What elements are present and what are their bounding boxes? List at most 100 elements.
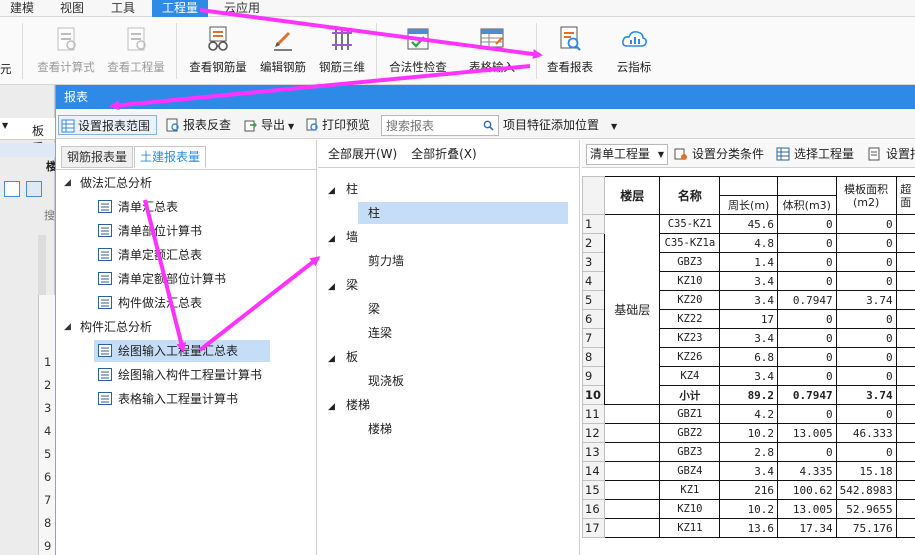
tree-group-method-summary[interactable]: ◢ 做法汇总分析 xyxy=(64,172,152,194)
category-gear-icon xyxy=(674,148,687,160)
collapse-arrow-icon[interactable]: ◢ xyxy=(64,172,71,194)
filter-item-shear-wall[interactable]: 剪力墙 xyxy=(358,250,404,272)
tree-item-bill-summary[interactable]: 清单汇总表 xyxy=(98,196,178,218)
quantity-type-select[interactable]: 清单工程量 ▼ xyxy=(586,144,668,165)
view-formula-button[interactable]: 查看计算式 xyxy=(26,23,106,81)
menu-item-cloud[interactable]: 云应用 xyxy=(214,0,270,17)
tab-rebar-report[interactable]: 钢筋报表量 xyxy=(61,146,134,168)
ribbon-separator xyxy=(176,23,177,79)
collapse-arrow-icon[interactable]: ◢ xyxy=(328,396,346,418)
perimeter-cell: 1.4 xyxy=(719,252,779,272)
formwork-cell: 0 xyxy=(835,442,897,462)
filter-group-stair[interactable]: ◢ 楼梯 xyxy=(328,394,370,416)
tree-item-table-calc[interactable]: 表格输入工程量计算书 xyxy=(98,388,238,410)
filter-item-cast-slab[interactable]: 现浇板 xyxy=(358,370,404,392)
filter-group-slab[interactable]: ◢ 板 xyxy=(328,346,358,368)
menu-item-model[interactable]: 建模 xyxy=(0,0,44,17)
ribbon-separator xyxy=(376,23,377,79)
chevron-down-icon: ▼ xyxy=(611,122,618,131)
partial-cell xyxy=(895,423,915,443)
collapse-arrow-icon[interactable]: ◢ xyxy=(64,316,71,338)
background-tool-icon[interactable] xyxy=(4,181,20,197)
rebar-3d-button[interactable]: 钢筋三维 xyxy=(302,23,382,81)
perimeter-cell: 3.4 xyxy=(719,461,779,481)
tree-item-drawing-calc[interactable]: 绘图输入构件工程量计算书 xyxy=(98,364,262,386)
print-preview-button[interactable]: 打印预览 xyxy=(305,115,370,135)
table-row[interactable]: 15 KZ1 216 100.62 542.8983 xyxy=(582,480,915,500)
choose-quantity-button[interactable]: 选择工程量 xyxy=(776,144,854,164)
menu-item-view[interactable]: 视图 xyxy=(50,0,94,17)
collapse-arrow-icon[interactable]: ◢ xyxy=(328,348,346,370)
table-input-button[interactable]: 表格输入 xyxy=(452,23,532,81)
tree-item-component-method[interactable]: 构件做法汇总表 xyxy=(98,292,202,314)
filter-item-stair[interactable]: 楼梯 xyxy=(358,418,392,440)
search-icon[interactable] xyxy=(483,120,494,131)
collapse-arrow-icon[interactable]: ◢ xyxy=(328,228,346,250)
table-row[interactable]: 16 KZ10 10.2 13.005 52.9655 xyxy=(582,499,915,519)
report-search-input[interactable] xyxy=(382,116,477,135)
cloud-index-button[interactable]: 云指标 xyxy=(594,23,674,81)
floor-cell xyxy=(604,480,661,500)
name-cell: KZ11 xyxy=(659,518,721,538)
filter-group-beam[interactable]: ◢ 梁 xyxy=(328,274,358,296)
table-row[interactable]: 12 GBZ2 10.2 13.005 46.333 xyxy=(582,423,915,443)
background-tool-icon[interactable] xyxy=(26,181,42,197)
cloud-index-label: 云指标 xyxy=(616,60,652,74)
name-cell: KZ22 xyxy=(659,309,721,329)
volume-cell: 13.005 xyxy=(777,423,837,443)
background-row-number: 8 xyxy=(44,516,52,530)
tree-group-component-summary[interactable]: ◢ 构件汇总分析 xyxy=(64,316,152,338)
formwork-cell: 0 xyxy=(835,271,897,291)
report-category-pane: 钢筋报表量 土建报表量 ◢ 做法汇总分析 清单汇总表 清单部位计算书 清单定额汇… xyxy=(56,140,317,555)
report-magnifier-icon xyxy=(560,26,581,51)
report-reverse-check-button[interactable]: 报表反查 xyxy=(166,115,231,135)
dialog-title[interactable]: 报表 xyxy=(56,85,915,109)
table-row[interactable]: 14 GBZ4 3.4 4.335 15.18 xyxy=(582,461,915,481)
menu-item-tools[interactable]: 工具 xyxy=(101,0,145,17)
menu-item-quantity[interactable]: 工程量 xyxy=(152,0,209,17)
tab-civil-report[interactable]: 土建报表量 xyxy=(134,146,207,168)
collapse-arrow-icon[interactable]: ◢ xyxy=(328,276,346,298)
floor-cell xyxy=(604,461,661,481)
filter-item-beam[interactable]: 梁 xyxy=(358,298,380,320)
name-cell: GBZ2 xyxy=(659,423,721,443)
perimeter-cell: 3.4 xyxy=(719,271,779,291)
filter-item-column[interactable]: 柱 xyxy=(358,202,568,224)
expand-all-button[interactable]: 全部展开(W) xyxy=(328,147,397,161)
report-settings-button[interactable]: 设置报 xyxy=(868,144,915,164)
header-floor: 楼层 xyxy=(604,176,661,215)
row-number: 12 xyxy=(582,423,606,443)
tree-item-drawing-summary[interactable]: 绘图输入工程量汇总表 xyxy=(94,340,270,362)
partial-cell xyxy=(895,442,915,462)
collapse-arrow-icon[interactable]: ◢ xyxy=(328,180,346,202)
table-row[interactable]: 1 基础层 C35-KZ1 45.6 0 0 xyxy=(582,214,915,405)
tree-group-label: 构件汇总分析 xyxy=(80,320,153,334)
view-quantity-button[interactable]: 查看工程量 xyxy=(96,23,176,81)
feature-position-dropdown[interactable]: 项目特征添加位置 ▼ xyxy=(503,115,617,135)
filter-group-label: 柱 xyxy=(346,182,359,196)
table-row[interactable]: 13 GBZ3 2.8 0 0 xyxy=(582,442,915,462)
validity-check-button[interactable]: 合法性检查 xyxy=(378,23,458,81)
filter-group-wall[interactable]: ◢ 墙 xyxy=(328,226,358,248)
filter-group-column[interactable]: ◢ 柱 xyxy=(328,178,358,200)
tree-item-bill-quota[interactable]: 清单定额汇总表 xyxy=(98,244,202,266)
collapse-all-button[interactable]: 全部折叠(X) xyxy=(411,147,477,161)
filter-item-link-beam[interactable]: 连梁 xyxy=(358,322,392,344)
export-button[interactable]: 导出 ▼ xyxy=(244,115,294,135)
partial-cell xyxy=(895,290,915,310)
tree-item-bill-quota-position[interactable]: 清单定额部位计算书 xyxy=(98,268,226,290)
tree-item-bill-position[interactable]: 清单部位计算书 xyxy=(98,220,202,242)
quantity-type-value: 清单工程量 xyxy=(590,147,651,161)
row-number: 14 xyxy=(582,461,606,481)
formwork-cell: 3.74 xyxy=(835,385,897,405)
name-cell: GBZ3 xyxy=(659,252,721,272)
table-row[interactable]: 11 GBZ1 4.2 0 0 xyxy=(582,404,915,424)
set-category-button[interactable]: 设置分类条件 xyxy=(674,144,764,164)
validity-check-label: 合法性检查 xyxy=(389,60,447,74)
set-report-range-button[interactable]: 设置报表范围 xyxy=(58,115,158,135)
name-cell: KZ26 xyxy=(659,347,721,367)
partial-cell xyxy=(895,385,915,405)
volume-cell: 0.7947 xyxy=(777,385,837,405)
formula-doc-icon xyxy=(57,27,76,51)
table-row[interactable]: 17 KZ11 13.6 17.34 75.176 xyxy=(582,518,915,538)
